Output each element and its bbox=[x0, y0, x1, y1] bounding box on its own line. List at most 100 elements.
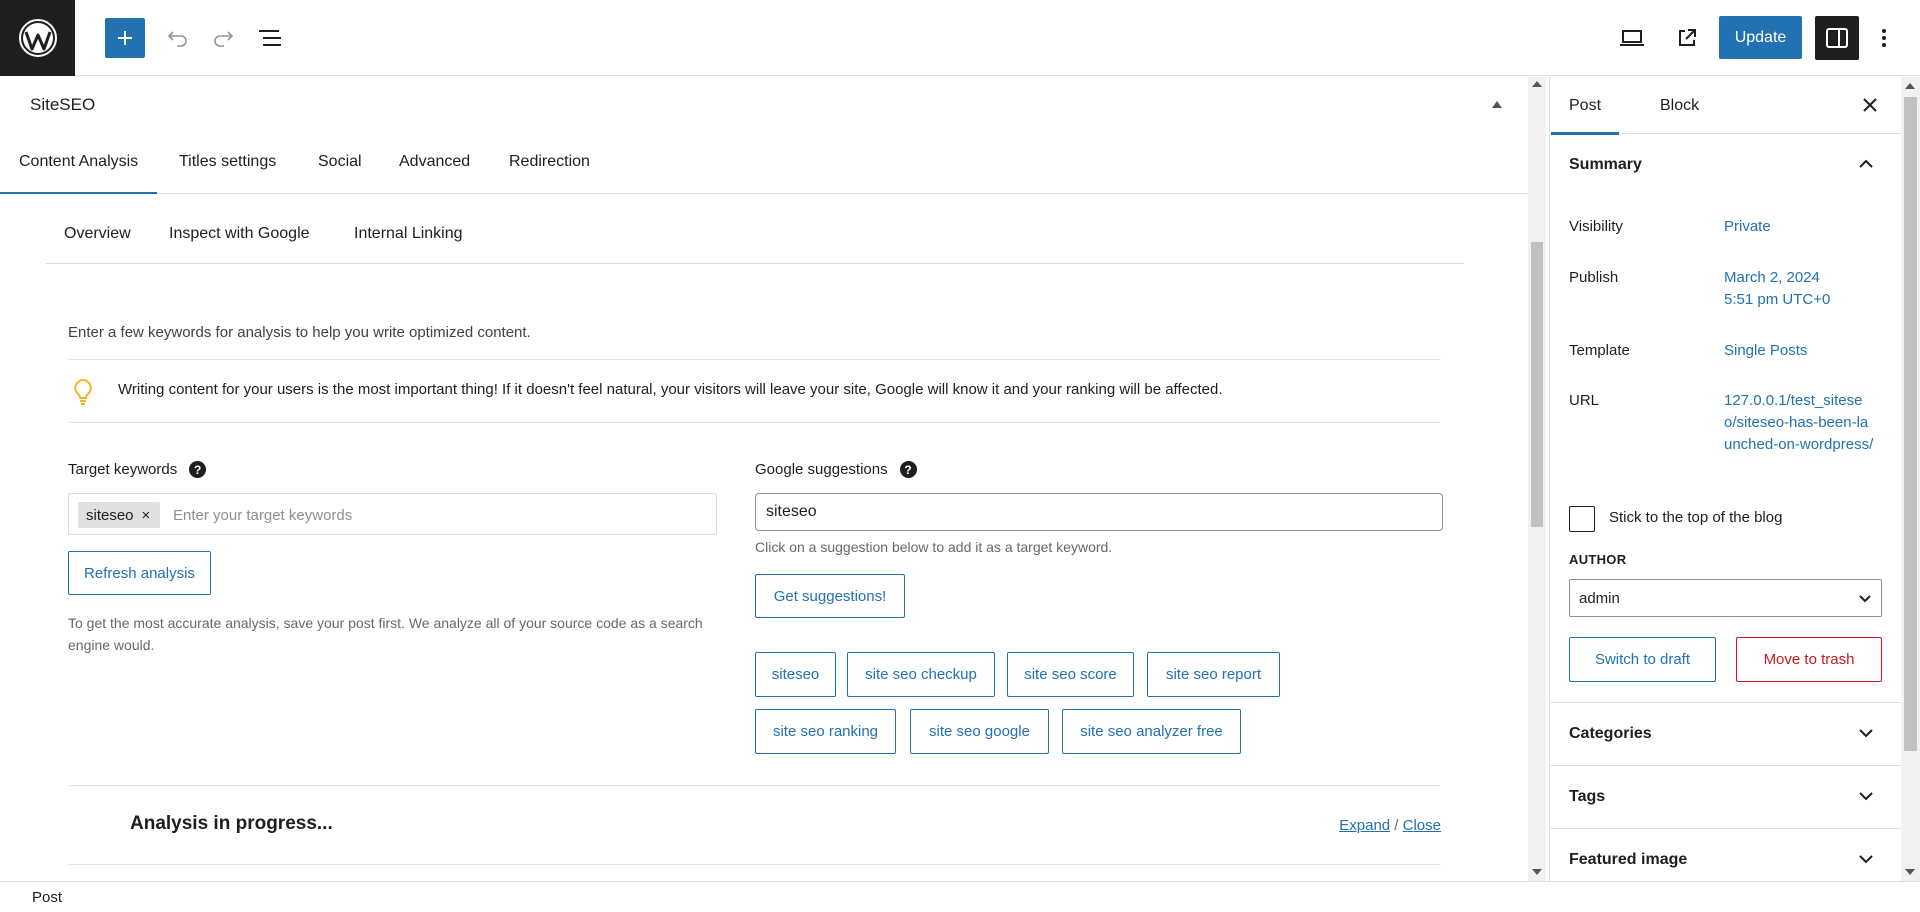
tab-block[interactable]: Block bbox=[1660, 97, 1699, 115]
url-label: URL bbox=[1569, 392, 1600, 409]
collapse-arrow-icon[interactable] bbox=[1492, 101, 1502, 108]
move-to-trash-button[interactable]: Move to trash bbox=[1736, 637, 1882, 682]
scroll-up-arrow-icon[interactable] bbox=[1532, 81, 1542, 87]
suggestion-chip[interactable]: siteseo bbox=[755, 652, 836, 697]
target-keywords-label-text: Target keywords bbox=[68, 461, 178, 478]
tab-post[interactable]: Post bbox=[1550, 97, 1620, 135]
refresh-analysis-button[interactable]: Refresh analysis bbox=[68, 551, 211, 595]
author-select[interactable]: admin bbox=[1569, 579, 1882, 617]
document-overview-button[interactable] bbox=[250, 18, 290, 58]
intro-text: Enter a few keywords for analysis to hel… bbox=[68, 324, 531, 341]
scroll-down-arrow-icon[interactable] bbox=[1532, 869, 1542, 875]
featured-image-section-header[interactable]: Featured image bbox=[1550, 828, 1901, 881]
tab-redirection[interactable]: Redirection bbox=[509, 153, 590, 171]
seo-tabs: Content Analysis Titles settings Social … bbox=[0, 133, 1528, 194]
visibility-value[interactable]: Private bbox=[1724, 216, 1884, 238]
suggestions-hint: Click on a suggestion below to add it as… bbox=[755, 539, 1113, 555]
settings-sidebar-toggle[interactable] bbox=[1815, 16, 1859, 60]
subtab-overview[interactable]: Overview bbox=[64, 225, 131, 243]
external-link-icon bbox=[1679, 29, 1696, 46]
tags-title: Tags bbox=[1569, 788, 1606, 805]
tab-content-analysis[interactable]: Content Analysis bbox=[0, 153, 158, 194]
template-value[interactable]: Single Posts bbox=[1724, 340, 1884, 362]
suggestion-chip[interactable]: site seo analyzer free bbox=[1062, 709, 1241, 754]
breadcrumb[interactable]: Post bbox=[32, 889, 62, 906]
expand-link[interactable]: Expand bbox=[1339, 817, 1390, 834]
tags-section-header[interactable]: Tags bbox=[1550, 765, 1901, 827]
chevron-down-icon bbox=[1859, 729, 1873, 738]
stick-to-top-checkbox[interactable] bbox=[1569, 506, 1595, 532]
analysis-progress-row: Analysis in progress... Expand / Close bbox=[68, 785, 1441, 865]
tab-advanced[interactable]: Advanced bbox=[399, 153, 470, 171]
get-suggestions-button[interactable]: Get suggestions! bbox=[755, 574, 905, 618]
main-scrollbar[interactable] bbox=[1528, 77, 1546, 881]
help-icon[interactable]: ? bbox=[899, 461, 917, 478]
scroll-up-arrow-icon[interactable] bbox=[1905, 83, 1915, 89]
analysis-progress-title: Analysis in progress... bbox=[130, 813, 333, 834]
google-suggestions-label: Google suggestions ? bbox=[755, 461, 917, 478]
more-vertical-icon bbox=[1882, 29, 1886, 47]
tab-titles-settings[interactable]: Titles settings bbox=[179, 153, 276, 171]
google-suggestions-label-text: Google suggestions bbox=[755, 461, 888, 478]
remove-keyword-icon[interactable]: × bbox=[142, 507, 151, 524]
url-value[interactable]: 127.0.0.1/test_siteseo/siteseo-has-been-… bbox=[1724, 390, 1874, 456]
summary-section-header[interactable]: Summary bbox=[1550, 134, 1901, 196]
chevron-up-icon bbox=[1859, 159, 1873, 168]
subtab-inspect-google[interactable]: Inspect with Google bbox=[169, 225, 310, 243]
add-block-button[interactable] bbox=[105, 18, 145, 58]
list-view-icon bbox=[259, 30, 281, 46]
help-icon[interactable]: ? bbox=[189, 461, 207, 478]
suggestion-chip[interactable]: site seo checkup bbox=[847, 652, 995, 697]
subtab-internal-linking[interactable]: Internal Linking bbox=[354, 225, 463, 243]
switch-to-draft-button[interactable]: Switch to draft bbox=[1569, 637, 1716, 682]
close-icon[interactable] bbox=[1858, 93, 1882, 117]
options-menu-button[interactable] bbox=[1868, 18, 1900, 58]
editor-content-area: SiteSEO Content Analysis Titles settings… bbox=[0, 77, 1528, 881]
lightbulb-icon bbox=[74, 378, 92, 405]
close-link[interactable]: Close bbox=[1403, 817, 1441, 834]
publish-date: March 2, 2024 bbox=[1724, 269, 1820, 286]
editor-footer: Post bbox=[0, 881, 1920, 912]
author-label: AUTHOR bbox=[1569, 552, 1627, 567]
undo-icon bbox=[167, 31, 187, 47]
suggestion-chip[interactable]: site seo score bbox=[1007, 652, 1134, 697]
categories-title: Categories bbox=[1569, 725, 1652, 742]
keyword-chip-label: siteseo bbox=[86, 506, 134, 524]
redo-icon bbox=[214, 31, 234, 47]
google-suggestions-input[interactable] bbox=[755, 493, 1443, 531]
wordpress-logo-icon[interactable] bbox=[0, 0, 75, 76]
categories-section-header[interactable]: Categories bbox=[1550, 702, 1901, 764]
visibility-label: Visibility bbox=[1569, 218, 1623, 235]
tab-social[interactable]: Social bbox=[318, 153, 362, 171]
undo-button[interactable] bbox=[160, 18, 196, 58]
tip-text: Writing content for your users is the mo… bbox=[118, 381, 1223, 398]
author-select-value: admin bbox=[1579, 590, 1620, 607]
stick-to-top-label[interactable]: Stick to the top of the blog bbox=[1609, 509, 1782, 526]
target-keywords-input[interactable] bbox=[173, 502, 693, 528]
sidebar-tabs: Post Block bbox=[1550, 77, 1901, 135]
view-post-button[interactable] bbox=[1667, 18, 1707, 58]
panel-title: SiteSEO bbox=[30, 95, 96, 114]
sidebar-toggle-icon bbox=[1826, 28, 1848, 48]
featured-image-title: Featured image bbox=[1569, 851, 1688, 868]
scrollbar-thumb[interactable] bbox=[1904, 97, 1917, 751]
publish-value[interactable]: March 2, 2024 5:51 pm UTC+0 bbox=[1724, 267, 1884, 311]
preview-button[interactable] bbox=[1612, 18, 1652, 58]
target-keywords-field[interactable]: siteseo × bbox=[68, 493, 717, 535]
keyword-chip: siteseo × bbox=[78, 502, 161, 528]
suggestion-chip[interactable]: site seo google bbox=[910, 709, 1049, 754]
settings-sidebar: Post Block Summary Visibility Private Pu… bbox=[1549, 77, 1901, 881]
siteseo-panel-header[interactable]: SiteSEO bbox=[0, 77, 1528, 133]
sidebar-scrollbar[interactable] bbox=[1901, 77, 1920, 881]
scrollbar-thumb[interactable] bbox=[1531, 242, 1543, 527]
analysis-subtabs: Overview Inspect with Google Internal Li… bbox=[46, 195, 1464, 264]
editor-toolbar: Update bbox=[0, 0, 1920, 76]
scroll-down-arrow-icon[interactable] bbox=[1905, 869, 1915, 875]
suggestion-chip[interactable]: site seo ranking bbox=[755, 709, 896, 754]
update-button[interactable]: Update bbox=[1719, 16, 1802, 59]
redo-button[interactable] bbox=[205, 18, 241, 58]
content-tip: Writing content for your users is the mo… bbox=[68, 359, 1441, 423]
target-keywords-label: Target keywords ? bbox=[68, 461, 207, 478]
summary-title: Summary bbox=[1569, 156, 1642, 173]
suggestion-chip[interactable]: site seo report bbox=[1147, 652, 1280, 697]
